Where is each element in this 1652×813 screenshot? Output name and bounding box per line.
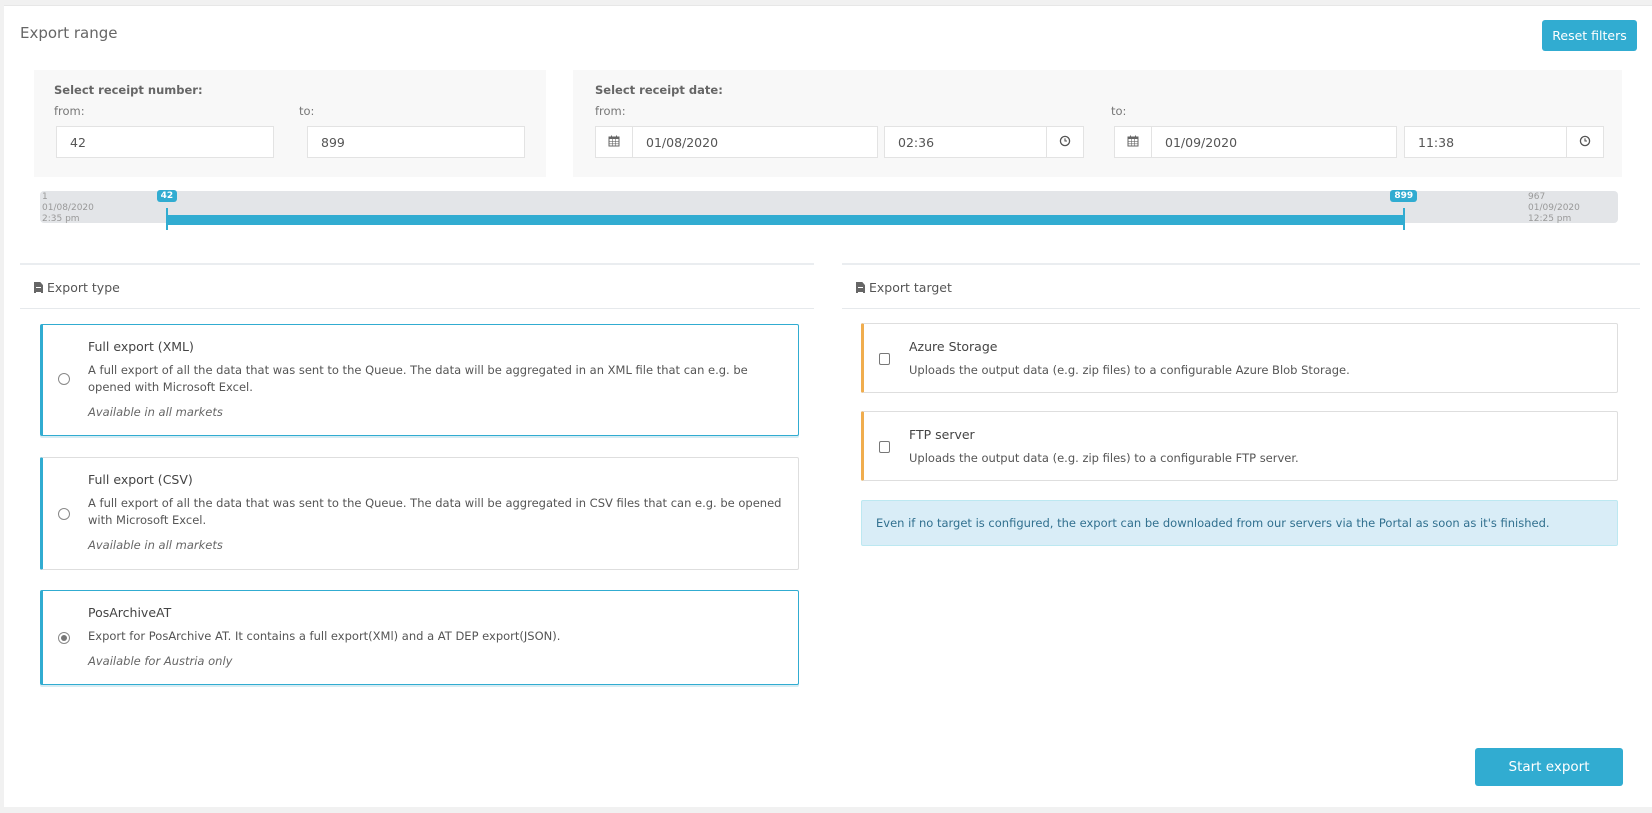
- to-time-clock-button[interactable]: [1566, 126, 1604, 158]
- slider-min-label: 1 01/08/2020 2:35 pm: [42, 192, 94, 225]
- option-title: Azure Storage: [909, 339, 998, 354]
- from-date-calendar-button[interactable]: [595, 126, 633, 158]
- option-availability: Available for Austria only: [88, 654, 233, 668]
- export-type-option-csv[interactable]: Full export (CSV) A full export of all t…: [40, 457, 799, 570]
- option-description: Uploads the output data (e.g. zip files)…: [909, 363, 1350, 377]
- reset-filters-button[interactable]: Reset filters: [1542, 20, 1637, 51]
- option-title: Full export (XML): [88, 339, 194, 354]
- export-target-title: Export target: [869, 280, 952, 295]
- option-availability: Available in all markets: [88, 405, 223, 419]
- option-title: Full export (CSV): [88, 472, 193, 487]
- divider: [842, 308, 1640, 309]
- slider-from-tag: 42: [156, 190, 178, 202]
- option-description: Export for PosArchive AT. It contains a …: [88, 629, 561, 643]
- to-date-input[interactable]: 01/09/2020: [1151, 126, 1397, 158]
- slider-min-date: 01/08/2020 2:35 pm: [42, 203, 94, 224]
- slider-selected-range: [167, 215, 1404, 225]
- page-title: Export range: [20, 24, 118, 42]
- option-description: A full export of all the data that was s…: [88, 496, 782, 527]
- divider: [20, 263, 814, 265]
- from-date-input[interactable]: 01/08/2020: [632, 126, 878, 158]
- info-alert: Even if no target is configured, the exp…: [861, 500, 1618, 546]
- option-description: A full export of all the data that was s…: [88, 363, 748, 394]
- receipt-from-input[interactable]: 42: [56, 126, 274, 158]
- calendar-icon: [608, 135, 620, 150]
- slider-max-label: 967 01/09/2020 12:25 pm: [1528, 192, 1580, 225]
- to-time-input[interactable]: 11:38: [1404, 126, 1567, 158]
- export-target-option-azure[interactable]: Azure Storage Uploads the output data (e…: [861, 323, 1618, 393]
- option-description: Uploads the output data (e.g. zip files)…: [909, 451, 1299, 465]
- export-type-option-posarchiveat[interactable]: PosArchiveAT Export for PosArchive AT. I…: [40, 590, 799, 685]
- receipt-to-input[interactable]: 899: [307, 126, 525, 158]
- slider-max-date: 01/09/2020 12:25 pm: [1528, 203, 1580, 224]
- receipt-number-label: Select receipt number:: [54, 83, 203, 97]
- receipt-date-panel: Select receipt date: from: to: 01/08/202…: [573, 70, 1622, 177]
- option-title: PosArchiveAT: [88, 605, 172, 620]
- export-target-option-ftp[interactable]: FTP server Uploads the output data (e.g.…: [861, 411, 1618, 481]
- slider-to-tag: 899: [1390, 190, 1418, 202]
- ftp-server-checkbox[interactable]: [879, 441, 890, 453]
- divider: [842, 263, 1640, 265]
- export-type-header: Export type: [34, 280, 120, 295]
- date-to-label: to:: [1111, 104, 1127, 118]
- export-type-radio-xml[interactable]: [58, 373, 70, 385]
- from-time-input[interactable]: 02:36: [884, 126, 1047, 158]
- receipt-number-panel: Select receipt number: from: to: 42 899: [34, 70, 546, 177]
- option-availability: Available in all markets: [88, 538, 223, 552]
- divider: [20, 308, 814, 309]
- slider-from-handle[interactable]: [166, 208, 169, 230]
- slider-min-value: 1: [42, 192, 48, 202]
- date-from-label: from:: [595, 104, 626, 118]
- export-type-radio-csv[interactable]: [58, 508, 70, 520]
- receipt-date-label: Select receipt date:: [595, 83, 723, 97]
- slider-to-handle[interactable]: [1402, 208, 1405, 230]
- export-page: Export range Reset filters Select receip…: [4, 5, 1652, 807]
- export-type-radio-posarchiveat[interactable]: [58, 632, 70, 644]
- azure-storage-checkbox[interactable]: [879, 353, 890, 365]
- slider-max-value: 967: [1528, 192, 1546, 202]
- to-date-calendar-button[interactable]: [1114, 126, 1152, 158]
- clock-icon: [1579, 135, 1591, 150]
- export-type-title: Export type: [47, 280, 120, 295]
- export-target-header: Export target: [856, 280, 952, 295]
- receipt-from-label: from:: [54, 104, 85, 118]
- option-title: FTP server: [909, 427, 975, 442]
- export-type-option-xml[interactable]: Full export (XML) A full export of all t…: [40, 324, 799, 436]
- file-icon: [856, 282, 865, 293]
- clock-icon: [1059, 135, 1071, 150]
- receipt-to-label: to:: [299, 104, 315, 118]
- file-icon: [34, 282, 43, 293]
- start-export-button[interactable]: Start export: [1475, 748, 1623, 786]
- from-time-clock-button[interactable]: [1046, 126, 1084, 158]
- calendar-icon: [1127, 135, 1139, 150]
